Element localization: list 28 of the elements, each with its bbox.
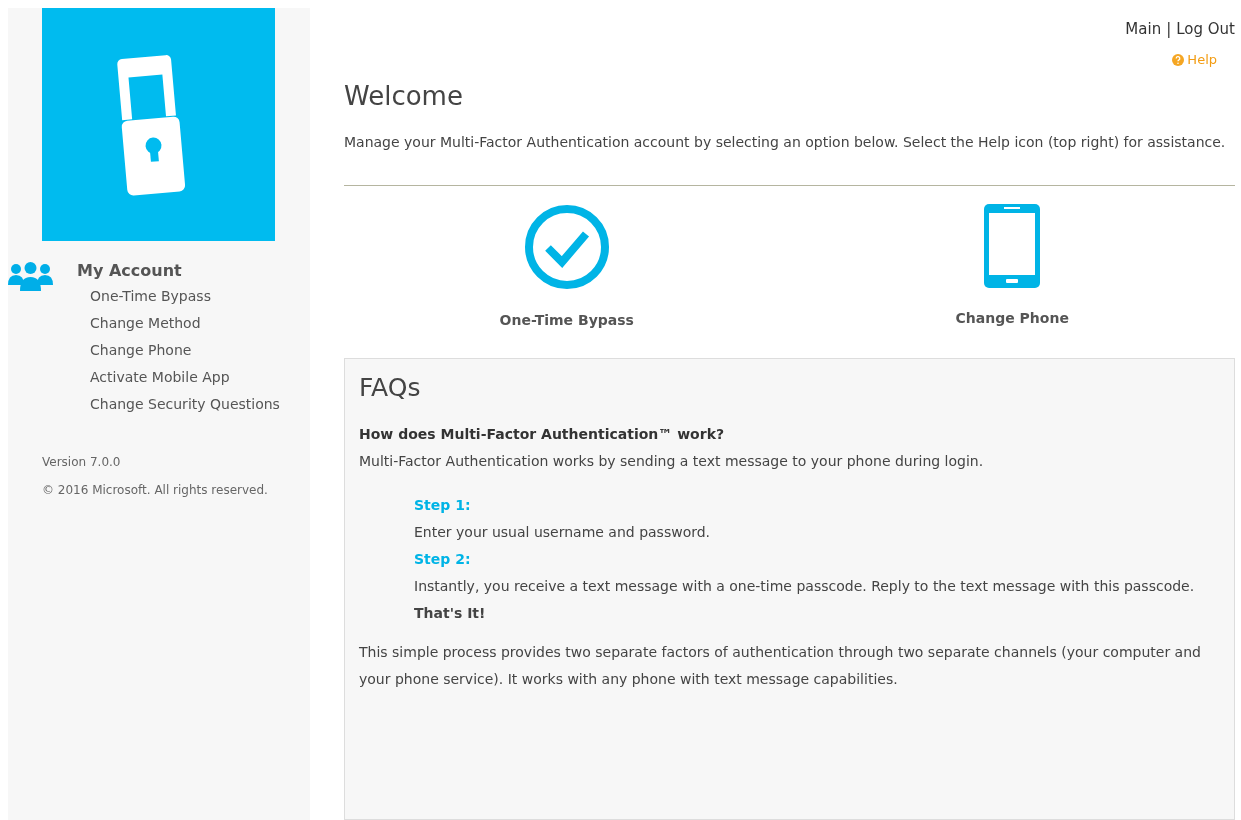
option-tile[interactable]: Change Phone bbox=[789, 204, 1235, 328]
section-title: My Account bbox=[77, 261, 183, 280]
faq-title: FAQs bbox=[359, 373, 422, 402]
step-heading: Step 2: bbox=[414, 550, 472, 569]
intro-text: Manage your Multi-Factor Authentication account by selecting an option below. Select the Help icon (top right) for assistance. bbox=[344, 133, 1227, 152]
sidebar-link[interactable]: Change Method bbox=[90, 313, 280, 334]
logout-link[interactable]: Log Out bbox=[1176, 20, 1235, 38]
faq-summary: This simple process provides two separate factors of authentication through two separate channels (your computer and your phone service). It works with any phone with text message capabilities. bbox=[359, 643, 1202, 689]
phone-icon bbox=[984, 204, 1041, 288]
page-title: Welcome bbox=[344, 81, 464, 111]
faq-question: How does Multi-Factor Authentication™ work? bbox=[359, 425, 726, 444]
help-icon bbox=[1172, 53, 1185, 66]
sidebar-link[interactable]: Activate Mobile App bbox=[90, 367, 280, 388]
step-heading: Step 1: bbox=[414, 496, 472, 515]
closing-text: That's It! bbox=[414, 604, 487, 623]
separator-text: | bbox=[1166, 20, 1172, 38]
sidebar-link[interactable]: Change Security Questions bbox=[90, 394, 280, 415]
users-icon bbox=[8, 261, 53, 291]
step-text: Enter your usual username and password. bbox=[414, 523, 712, 542]
option-tile[interactable]: One-Time Bypass bbox=[344, 204, 790, 328]
sidebar-link[interactable]: One-Time Bypass bbox=[90, 286, 280, 307]
version-text: Version 7.0.0 bbox=[42, 454, 122, 471]
faq-answer: Multi-Factor Authentication works by sending a text message to your phone during login. bbox=[359, 452, 985, 471]
step-text: Instantly, you receive a text message with a one-time passcode. Reply to the text message with this passcode. bbox=[414, 577, 1196, 596]
copyright-text: © 2016 Microsoft. All rights reserved. bbox=[42, 482, 269, 499]
main-link[interactable]: Main bbox=[1125, 20, 1162, 38]
checkmark-icon bbox=[523, 204, 610, 290]
sidebar-link[interactable]: Change Phone bbox=[90, 340, 280, 361]
